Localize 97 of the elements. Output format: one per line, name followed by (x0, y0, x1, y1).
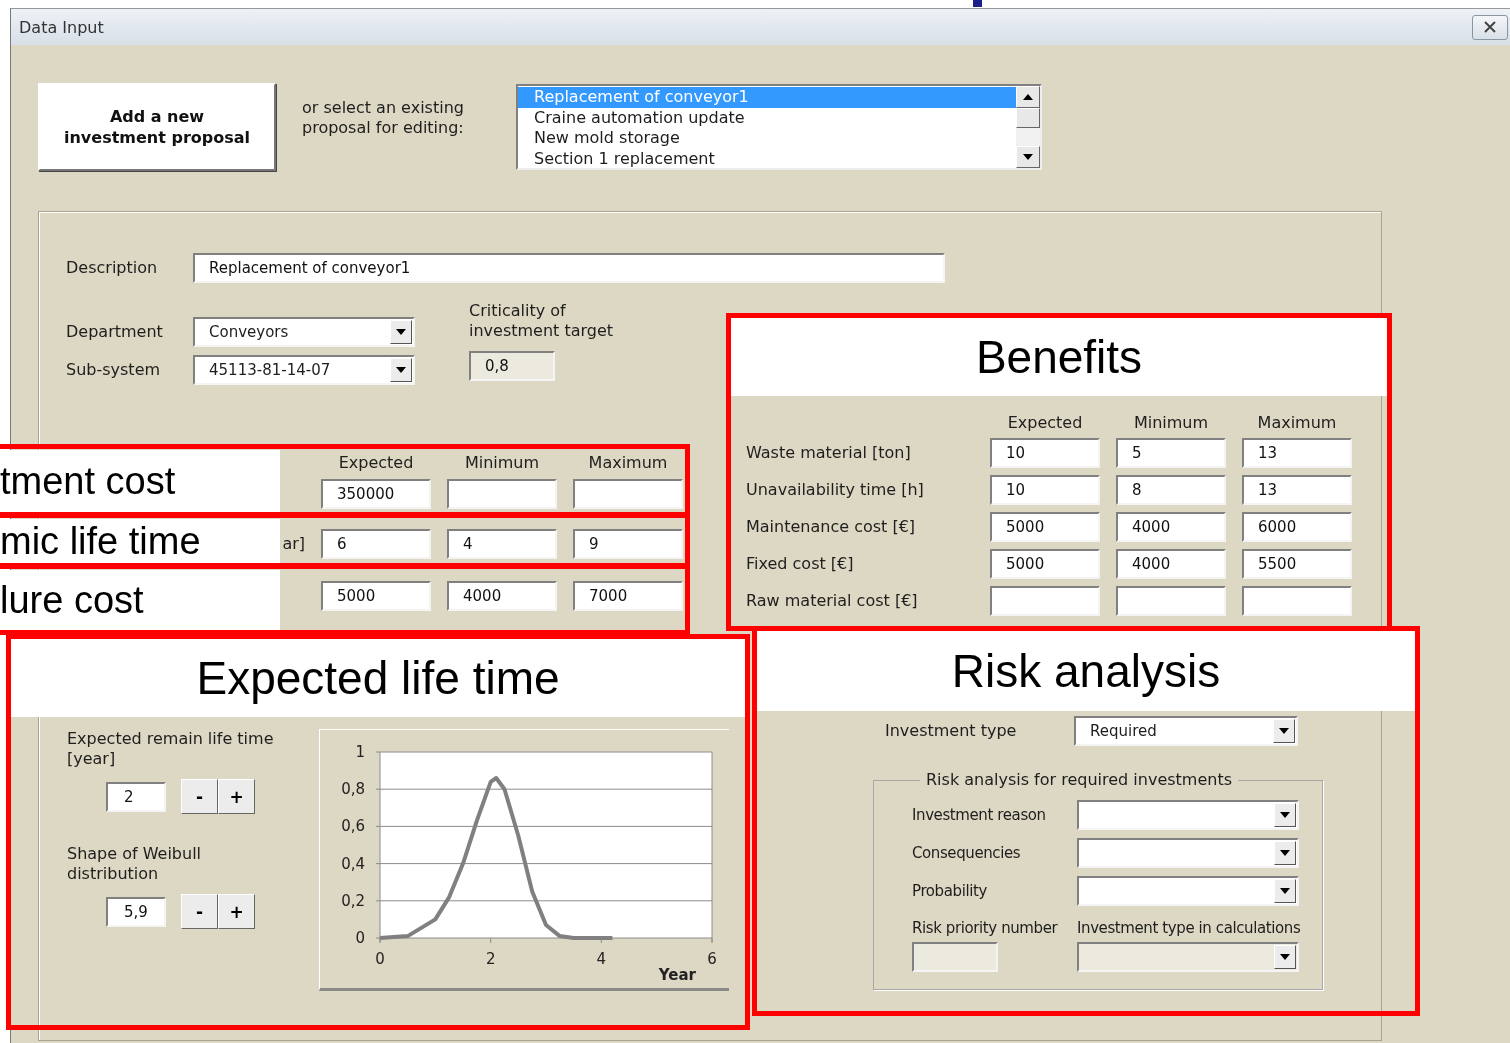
field-label: Probability (912, 881, 988, 901)
number-field[interactable]: 10 (990, 475, 1100, 505)
tick-label: 0 (375, 950, 385, 968)
field-label: Shape of Weibull distribution (67, 844, 202, 884)
tick-label: 2 (485, 950, 496, 968)
field-label: Risk priority number (912, 918, 1059, 938)
number-field[interactable]: 5000 (990, 512, 1100, 542)
field-label: Investment type in calculations (1077, 918, 1301, 938)
increment-button[interactable]: + (218, 894, 255, 929)
scrollbar[interactable] (1016, 86, 1040, 168)
group-title: Risk analysis for required investments (925, 770, 1233, 790)
caret-icon (1273, 719, 1295, 743)
close-button[interactable] (1472, 14, 1508, 40)
close-icon (1483, 21, 1497, 33)
number-field[interactable]: 5000 (990, 549, 1100, 579)
field-label: Sub-system (66, 360, 162, 380)
caret-icon (1274, 879, 1296, 903)
number-field[interactable]: 350000 (321, 479, 431, 509)
proposal-list[interactable]: Replacement of conveyor1 Craine automation update New mold storage Section 1 replacement (516, 84, 1042, 170)
row-label: Fixed cost [€] (746, 554, 855, 574)
number-field[interactable]: 4000 (1116, 549, 1226, 579)
description-field[interactable]: Replacement of conveyor1 (193, 253, 945, 283)
callout-title: tment cost (0, 450, 280, 512)
field-label: Criticality of investment target (469, 301, 614, 341)
column-header: Expected (1006, 413, 1084, 433)
field-label: Description (66, 258, 159, 278)
tick-label: 0,6 (341, 817, 365, 836)
dropdown[interactable] (1077, 800, 1299, 830)
caret-icon (1274, 945, 1296, 969)
list-item[interactable]: Section 1 replacement (518, 148, 1016, 169)
dropdown[interactable] (1077, 876, 1299, 906)
dropdown[interactable] (1077, 838, 1299, 868)
caret-icon (390, 320, 412, 344)
edge-mark (973, 0, 982, 7)
tick-label: 0,4 (341, 854, 365, 873)
field-label: Expected remain life time [year] (67, 729, 274, 769)
column-header: Expected (337, 453, 415, 473)
number-field[interactable] (1116, 586, 1226, 616)
number-field[interactable]: 4 (447, 529, 557, 559)
row-label: Raw material cost [€] (746, 591, 919, 611)
department-dropdown[interactable]: Conveyors (193, 317, 415, 347)
number-field[interactable]: 13 (1242, 438, 1352, 468)
tick-label: 0,8 (341, 780, 365, 799)
number-field[interactable] (1242, 586, 1352, 616)
number-field[interactable]: 6 (321, 529, 431, 559)
number-field[interactable] (990, 586, 1100, 616)
callout-title: Risk analysis (757, 631, 1415, 711)
number-field[interactable] (447, 479, 557, 509)
tick-label: 4 (596, 950, 607, 968)
number-field[interactable]: 5 (1116, 438, 1226, 468)
number-field[interactable] (573, 479, 683, 509)
row-label: ar] (282, 534, 305, 554)
tick-label: 0,2 (341, 891, 365, 910)
tick-label: 6 (707, 950, 717, 968)
caret-icon (1274, 841, 1296, 865)
number-field[interactable]: 5000 (321, 581, 431, 611)
caret-icon (1274, 803, 1296, 827)
number-field[interactable]: 7000 (573, 581, 683, 611)
investment-type-dropdown[interactable]: Required (1074, 716, 1298, 746)
number-field[interactable]: 4000 (447, 581, 557, 611)
row-label: Waste material [ton] (746, 443, 912, 463)
column-header: Maximum (1256, 413, 1338, 433)
row-label: Maintenance cost [€] (746, 517, 917, 537)
field-label: Department (66, 322, 164, 342)
subsystem-dropdown[interactable]: 45113-81-14-07 (193, 355, 415, 385)
tick-label: 1 (355, 743, 365, 761)
callout-title: Expected life time (11, 639, 745, 717)
number-field[interactable]: 9 (573, 529, 683, 559)
caret-icon (390, 358, 412, 382)
window-title: Data Input (19, 17, 104, 37)
increment-button[interactable]: + (218, 779, 255, 814)
decrement-button[interactable]: - (181, 894, 218, 929)
number-field[interactable]: 2 (106, 781, 166, 812)
list-item[interactable]: Craine automation update (518, 107, 1016, 128)
field-label: Investment reason (912, 805, 1047, 825)
number-field[interactable]: 4000 (1116, 512, 1226, 542)
number-field[interactable]: 8 (1116, 475, 1226, 505)
number-field[interactable]: 5500 (1242, 549, 1352, 579)
field-label: Investment type (885, 721, 1018, 741)
axis-label: Year (658, 966, 696, 984)
select-prompt: or select an existing proposal for editing: (302, 98, 465, 138)
row-label: Unavailability time [h] (746, 480, 925, 500)
add-proposal-button[interactable]: Add a new investment proposal (38, 83, 276, 171)
number-field[interactable]: 6000 (1242, 512, 1352, 542)
callout-title: lure cost (0, 570, 280, 630)
number-field[interactable]: 10 (990, 438, 1100, 468)
decrement-button[interactable]: - (181, 779, 218, 814)
column-header: Minimum (463, 453, 541, 473)
callout-title: Benefits (731, 318, 1387, 396)
number-field[interactable]: 5,9 (106, 896, 166, 927)
number-field[interactable]: 13 (1242, 475, 1352, 505)
column-header: Maximum (587, 453, 669, 473)
callout-title: mic life time (0, 519, 280, 563)
list-item[interactable]: New mold storage (518, 128, 1016, 149)
column-header: Minimum (1132, 413, 1210, 433)
field-label: Consequencies (912, 843, 1022, 863)
tick-label: 0 (355, 929, 365, 947)
